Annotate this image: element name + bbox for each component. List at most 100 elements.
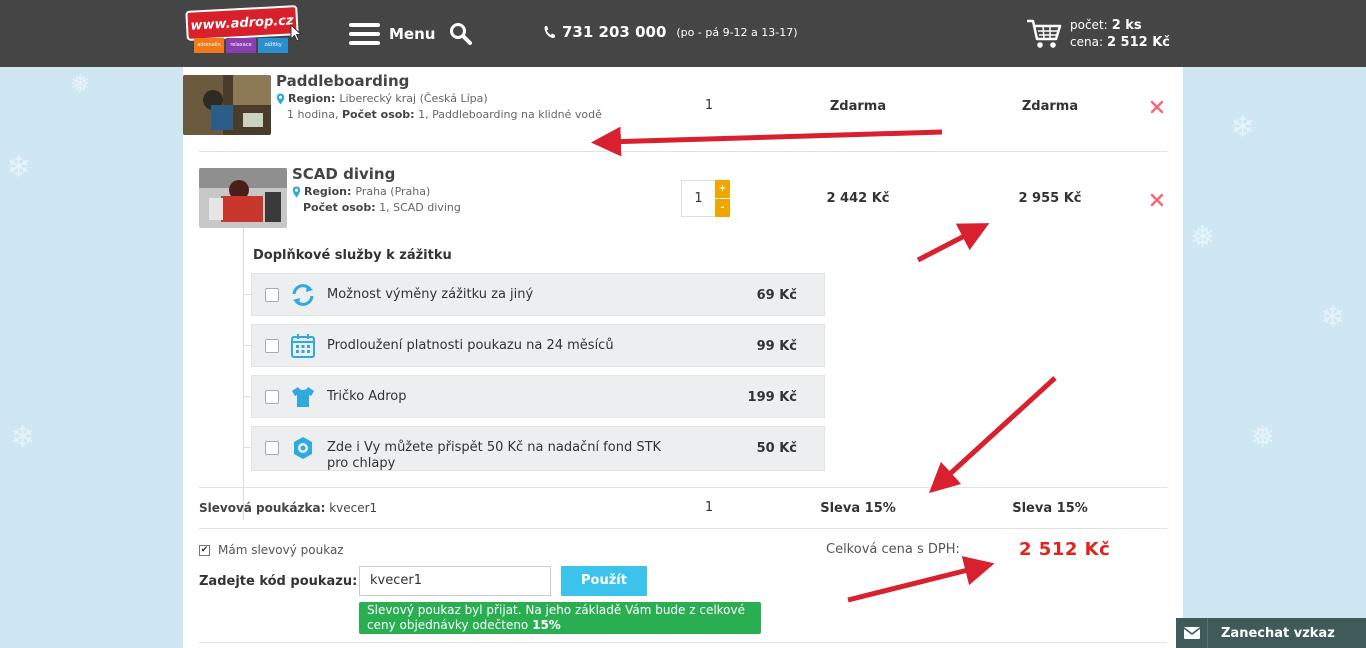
quantity-stepper: 1 + - xyxy=(681,180,731,217)
voucher-price: Sleva 15% xyxy=(820,501,896,516)
tshirt-icon xyxy=(292,387,314,407)
leave-message-button[interactable]: Zanechat vzkaz xyxy=(1176,618,1366,648)
quantity-decrease-button[interactable]: - xyxy=(715,199,730,217)
detail-prefix: 1 hodina, xyxy=(287,108,342,121)
exchange-icon xyxy=(292,284,314,306)
snowflake-icon: ❄ xyxy=(6,150,32,185)
cart-content: Paddleboarding Region: Liberecký kraj (Č… xyxy=(183,67,1183,648)
addon-price: 50 Kč xyxy=(756,441,797,456)
phone-contact[interactable]: 731 203 000 (po - pá 9-12 a 13-17) xyxy=(544,23,798,41)
row-divider xyxy=(199,487,1167,488)
addon-item: Prodloužení platnosti poukazu na 24 měsí… xyxy=(251,324,825,367)
addon-price: 199 Kč xyxy=(747,390,797,405)
item-price: Zdarma xyxy=(829,99,887,114)
logo-tag: adrenalin xyxy=(194,38,224,53)
quantity-increase-button[interactable]: + xyxy=(715,180,730,198)
donation-icon xyxy=(294,437,312,459)
remove-icon[interactable] xyxy=(1149,192,1165,208)
addon-label: Prodloužení platnosti poukazu na 24 měsí… xyxy=(327,338,614,353)
have-voucher-checkbox[interactable]: ✔ xyxy=(199,544,210,556)
region-label: Region: xyxy=(304,185,352,198)
addon-checkbox[interactable] xyxy=(265,390,279,404)
voucher-success-message: Slevový poukaz byl přijat. Na jeho zákla… xyxy=(359,602,761,634)
cart-price-label: cena: xyxy=(1070,35,1103,49)
search-icon[interactable] xyxy=(449,22,473,46)
have-voucher-toggle[interactable]: ✔ Mám slevový poukaz xyxy=(199,543,344,557)
item-photo[interactable] xyxy=(183,75,271,135)
detail-label: Počet osob: xyxy=(303,201,376,214)
location-pin-icon xyxy=(292,186,301,197)
region-value: Liberecký kraj (Česká Lípa) xyxy=(339,92,488,105)
cart-count-label: počet: xyxy=(1070,18,1108,32)
detail-label: Počet osob: xyxy=(341,108,415,121)
menu-button[interactable]: Menu xyxy=(349,22,435,46)
detail-value: 1, Paddleboarding na klidné vodě xyxy=(414,108,602,121)
addon-checkbox[interactable] xyxy=(265,339,279,353)
site-logo[interactable]: www.adrop.cz adrenalin relaxace zážitky xyxy=(185,5,302,56)
snowflake-icon: ❅ xyxy=(70,70,91,98)
cart-count-value: 2 ks xyxy=(1111,18,1142,33)
item-detail: Počet osob: 1, SCAD diving xyxy=(303,201,461,214)
voucher-total: Sleva 15% xyxy=(1012,501,1088,516)
calendar-icon xyxy=(291,334,315,358)
item-photo[interactable] xyxy=(199,168,287,228)
row-divider xyxy=(199,528,1167,529)
detail-value: 1, SCAD diving xyxy=(375,201,461,214)
item-title[interactable]: SCAD diving xyxy=(292,165,395,183)
addon-checkbox[interactable] xyxy=(265,288,279,302)
shopping-cart-icon xyxy=(1027,19,1062,48)
total-price-label: Celková cena s DPH: xyxy=(826,542,960,557)
location-pin-icon xyxy=(276,93,285,104)
menu-label: Menu xyxy=(389,25,436,43)
item-region: Region: Liberecký kraj (Česká Lípa) xyxy=(276,92,488,105)
voucher-code-input[interactable]: kvecer1 xyxy=(359,566,551,596)
cursor-icon xyxy=(290,24,302,42)
addon-tree-line xyxy=(243,228,244,520)
logo-tag: relaxace xyxy=(226,38,256,53)
snowflake-icon: ❄ xyxy=(10,420,36,455)
addon-tree-tick xyxy=(243,294,251,295)
cart-summary[interactable]: počet: 2 ks cena: 2 512 Kč xyxy=(1026,17,1170,51)
addon-label: Zde i Vy můžete přispět 50 Kč na nadační… xyxy=(327,440,662,471)
addons-title: Doplňkové služby k zážitku xyxy=(253,248,452,263)
voucher-row-label: Slevová poukázka: kvecer1 xyxy=(199,501,377,515)
item-quantity: 1 xyxy=(704,98,714,113)
snowflake-icon: ❄ xyxy=(1230,110,1256,145)
addon-label: Tričko Adrop xyxy=(327,389,407,404)
addon-item: Tričko Adrop 199 Kč xyxy=(251,375,825,418)
item-price: 2 442 Kč xyxy=(826,191,890,206)
apply-voucher-button[interactable]: Použít xyxy=(561,566,647,596)
phone-hours: (po - pá 9-12 a 13-17) xyxy=(676,25,798,39)
voucher-code-label: Zadejte kód poukazu: xyxy=(199,574,358,589)
item-region: Region: Praha (Praha) xyxy=(292,185,430,198)
addon-checkbox[interactable] xyxy=(265,441,279,455)
site-header: www.adrop.cz adrenalin relaxace zážitky … xyxy=(0,0,1366,67)
addon-tree-tick xyxy=(243,345,251,346)
voucher-label: Slevová poukázka: xyxy=(199,501,326,515)
row-divider xyxy=(199,642,1167,643)
have-voucher-label: Mám slevový poukaz xyxy=(218,543,344,557)
envelope-icon xyxy=(1176,618,1208,648)
snowflake-icon: ❅ xyxy=(1190,220,1216,255)
item-total: 2 955 Kč xyxy=(1018,191,1082,206)
total-price-value: 2 512 Kč xyxy=(1019,539,1111,560)
cart-price-value: 2 512 Kč xyxy=(1106,35,1170,50)
addon-item: Možnost výměny zážitku za jiný 69 Kč xyxy=(251,273,825,316)
leave-message-label: Zanechat vzkaz xyxy=(1221,625,1335,641)
cart-info: počet: 2 ks cena: 2 512 Kč xyxy=(1070,17,1170,51)
addon-tree-tick xyxy=(243,396,251,397)
snowflake-icon: ❄ xyxy=(1320,300,1346,335)
addon-item: Zde i Vy můžete přispět 50 Kč na nadační… xyxy=(251,426,825,471)
addon-price: 69 Kč xyxy=(756,288,797,303)
addon-price: 99 Kč xyxy=(756,339,797,354)
hamburger-icon xyxy=(349,23,380,45)
phone-number: 731 203 000 xyxy=(562,23,667,41)
addon-tree-tick xyxy=(243,447,251,448)
success-discount: 15% xyxy=(532,618,561,632)
item-title[interactable]: Paddleboarding xyxy=(276,72,409,90)
item-total: Zdarma xyxy=(1021,99,1079,114)
voucher-quantity: 1 xyxy=(704,500,714,515)
remove-icon[interactable] xyxy=(1149,99,1165,115)
region-value: Praha (Praha) xyxy=(355,185,431,198)
quantity-input[interactable]: 1 xyxy=(681,180,716,217)
